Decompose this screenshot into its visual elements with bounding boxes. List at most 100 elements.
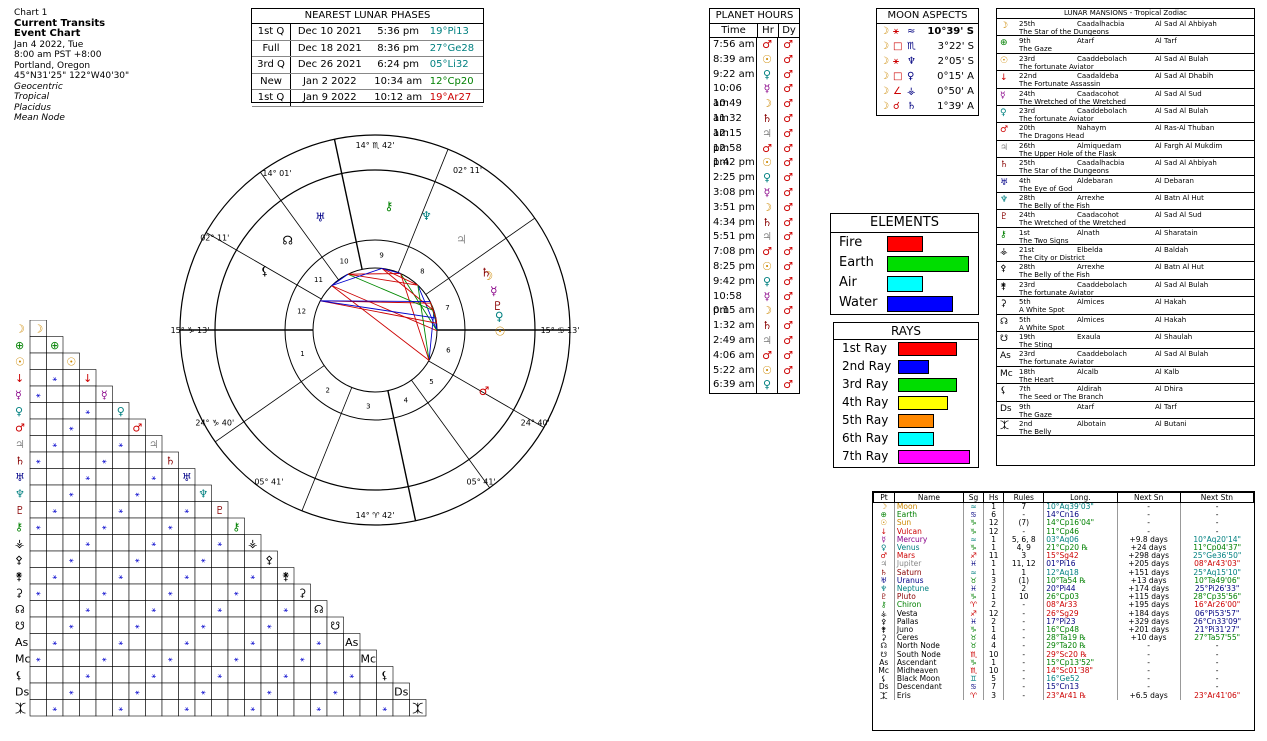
aspect-grid-symbol: ⚹: [250, 704, 255, 713]
aspect-grid-symbol: ⚹: [316, 638, 321, 647]
aspect-grid-cell: [211, 633, 229, 651]
mansion-name: Caadalhacbia: [1077, 159, 1125, 168]
aspect-grid-symbol: ⚹: [151, 671, 156, 680]
aspect-grid-symbol: ⚹: [234, 654, 239, 663]
mansion-row: ♂ 20th Nahaym Al Ras-Al Thuban The Dragons H…: [997, 123, 1254, 141]
planet-glyph-wheel: ☿: [490, 284, 497, 298]
aspect-grid-cell: [194, 699, 212, 717]
aspect-grid-cell: [211, 699, 229, 717]
mansion-meaning: The Star of the Dungeons: [1019, 167, 1109, 176]
aspect-grid-cell: [359, 666, 377, 684]
aspect-grid-cell: [227, 600, 245, 618]
house-number: 10: [340, 258, 349, 266]
ray-row: 2nd Ray: [834, 358, 978, 376]
aspect-grid-cell: [29, 567, 47, 585]
aspect-grid-cell: [95, 501, 113, 519]
aspect-grid-cell: [244, 666, 262, 684]
aspect-grid-cell: [211, 567, 229, 585]
mansion-row: ♇ 24th Caadacohot Al Sad Al Sud The Wretched…: [997, 210, 1254, 228]
aspect-grid-symbol: ⚹: [36, 456, 41, 465]
aspect-grid-cell: [161, 567, 179, 585]
phase-time: 5:36 pm: [368, 24, 428, 41]
aspect-grid-cell: [46, 385, 64, 403]
aspect-grid-cell: [46, 468, 64, 486]
mansion-row: ↓ 22nd Caadaldeba Al Sad Al Dhabih The Fortu…: [997, 71, 1254, 89]
aspect-grid-cell: [112, 418, 130, 436]
ray-label: 1st Ray: [842, 341, 887, 355]
planet-glyph-wheel: ♃: [456, 233, 467, 247]
aspect-grid-symbol: ⚹: [201, 621, 206, 630]
aspect-grid-cell: [46, 616, 64, 634]
day-ruler: ♂: [783, 126, 793, 140]
ray-bar: [898, 414, 934, 428]
aspect-grid-cell: [46, 534, 64, 552]
phase-name: Full: [252, 40, 291, 57]
mansion-glyph: ⚳: [1000, 299, 1007, 310]
hour-time: 5:22 am: [710, 363, 757, 379]
mansion-number: 2nd: [1019, 419, 1033, 428]
hour-time: 12:15 pm: [710, 126, 757, 154]
mansion-meaning: The Fortunate Assassin: [1019, 80, 1101, 89]
phase-name: 1st Q: [252, 89, 291, 107]
aspect-grid-cell: [29, 534, 47, 552]
mansion-meaning: The Belly: [1019, 427, 1052, 436]
hour-time: 1:42 pm: [710, 156, 757, 172]
aspect-grid-cell: [326, 666, 344, 684]
planet-glyph-wheel: ♇: [492, 299, 503, 313]
mansion-arabic: Al Ras-Al Thuban: [1155, 124, 1215, 133]
aspect-grid-symbol: ⚹: [250, 638, 255, 647]
aspect-grid-diagonal-glyph: Ds: [394, 685, 408, 698]
cusp-label: 05° 41': [467, 478, 496, 487]
day-ruler: ♂: [783, 171, 793, 185]
mansion-arabic: Al Batn Al Hut: [1155, 193, 1204, 202]
aspect-grid-cell: [46, 666, 64, 684]
aspect-grid-cell: [46, 418, 64, 436]
day-ruler: ♂: [783, 52, 793, 66]
mansion-number: 9th: [1019, 37, 1031, 46]
aspect-grid-cell: [310, 682, 328, 700]
aspect-grid-cell: [145, 550, 163, 568]
planet-hour-row: 9:22 am ♀ ♂: [710, 67, 799, 83]
phase-position: 19°Pi13: [427, 24, 483, 41]
aspect-grid-cell: [293, 616, 311, 634]
aspect-grid-cell: [62, 666, 80, 684]
hour-ruler: ♄: [757, 215, 778, 231]
aspect-grid-cell: [194, 501, 212, 519]
aspect-grid-row-glyph: ☿: [15, 388, 22, 401]
hour-ruler: ♄: [757, 111, 778, 127]
aspect-grid-symbol: ⚹: [250, 572, 255, 581]
mansion-meaning: The Belly of the Fish: [1019, 271, 1090, 280]
aspect-grid-symbol: ⚹: [52, 572, 57, 581]
day-ruler: ♂: [783, 333, 793, 347]
aspect-grid-cell: [260, 600, 278, 618]
mansion-glyph: As: [1000, 351, 1011, 362]
aspect-grid-cell: [178, 616, 196, 634]
aspect-grid-symbol: ⚹: [52, 506, 57, 515]
aspect-grid-row-glyph: ⯰: [15, 702, 26, 715]
aspect-grid-symbol: ⚹: [267, 621, 272, 630]
aspect-grid-row-glyph: ☽: [15, 322, 25, 335]
aspect-grid-diagonal-glyph: ⊕: [50, 339, 59, 352]
ray-label: 6th Ray: [842, 431, 889, 445]
hour-time: 8:39 am: [710, 52, 757, 68]
mansion-name: Caaddebolach: [1077, 350, 1127, 359]
aspect-grid-cell: [194, 517, 212, 535]
hour-ruler: ♂: [757, 348, 778, 364]
hour-ruler: ☉: [757, 259, 778, 275]
aspect-grid-cell: [95, 567, 113, 585]
aspect-grid-cell: [29, 468, 47, 486]
planet-table-header-cell: Pt: [873, 492, 895, 503]
aspect-orb: 0°50' A: [937, 86, 974, 97]
aspect-grid-diagonal-glyph: ⯰: [412, 702, 423, 715]
house-number: 11: [314, 276, 323, 284]
mansion-meaning: The Sting: [1019, 341, 1053, 350]
aspect-grid-diagonal-glyph: ♃: [149, 438, 159, 451]
aspect-grid-cell: [29, 699, 47, 717]
mansion-arabic: Al Fargh Al Mukdim: [1155, 141, 1223, 150]
aspect-grid-row-glyph: ⚴: [15, 553, 23, 566]
hour-ruler: ☉: [757, 156, 778, 172]
mansion-name: Atarf: [1077, 37, 1095, 46]
aspect-glyph: ⚹: [893, 26, 899, 37]
house-number: 6: [446, 347, 451, 355]
aspect-grid-cell: [62, 517, 80, 535]
